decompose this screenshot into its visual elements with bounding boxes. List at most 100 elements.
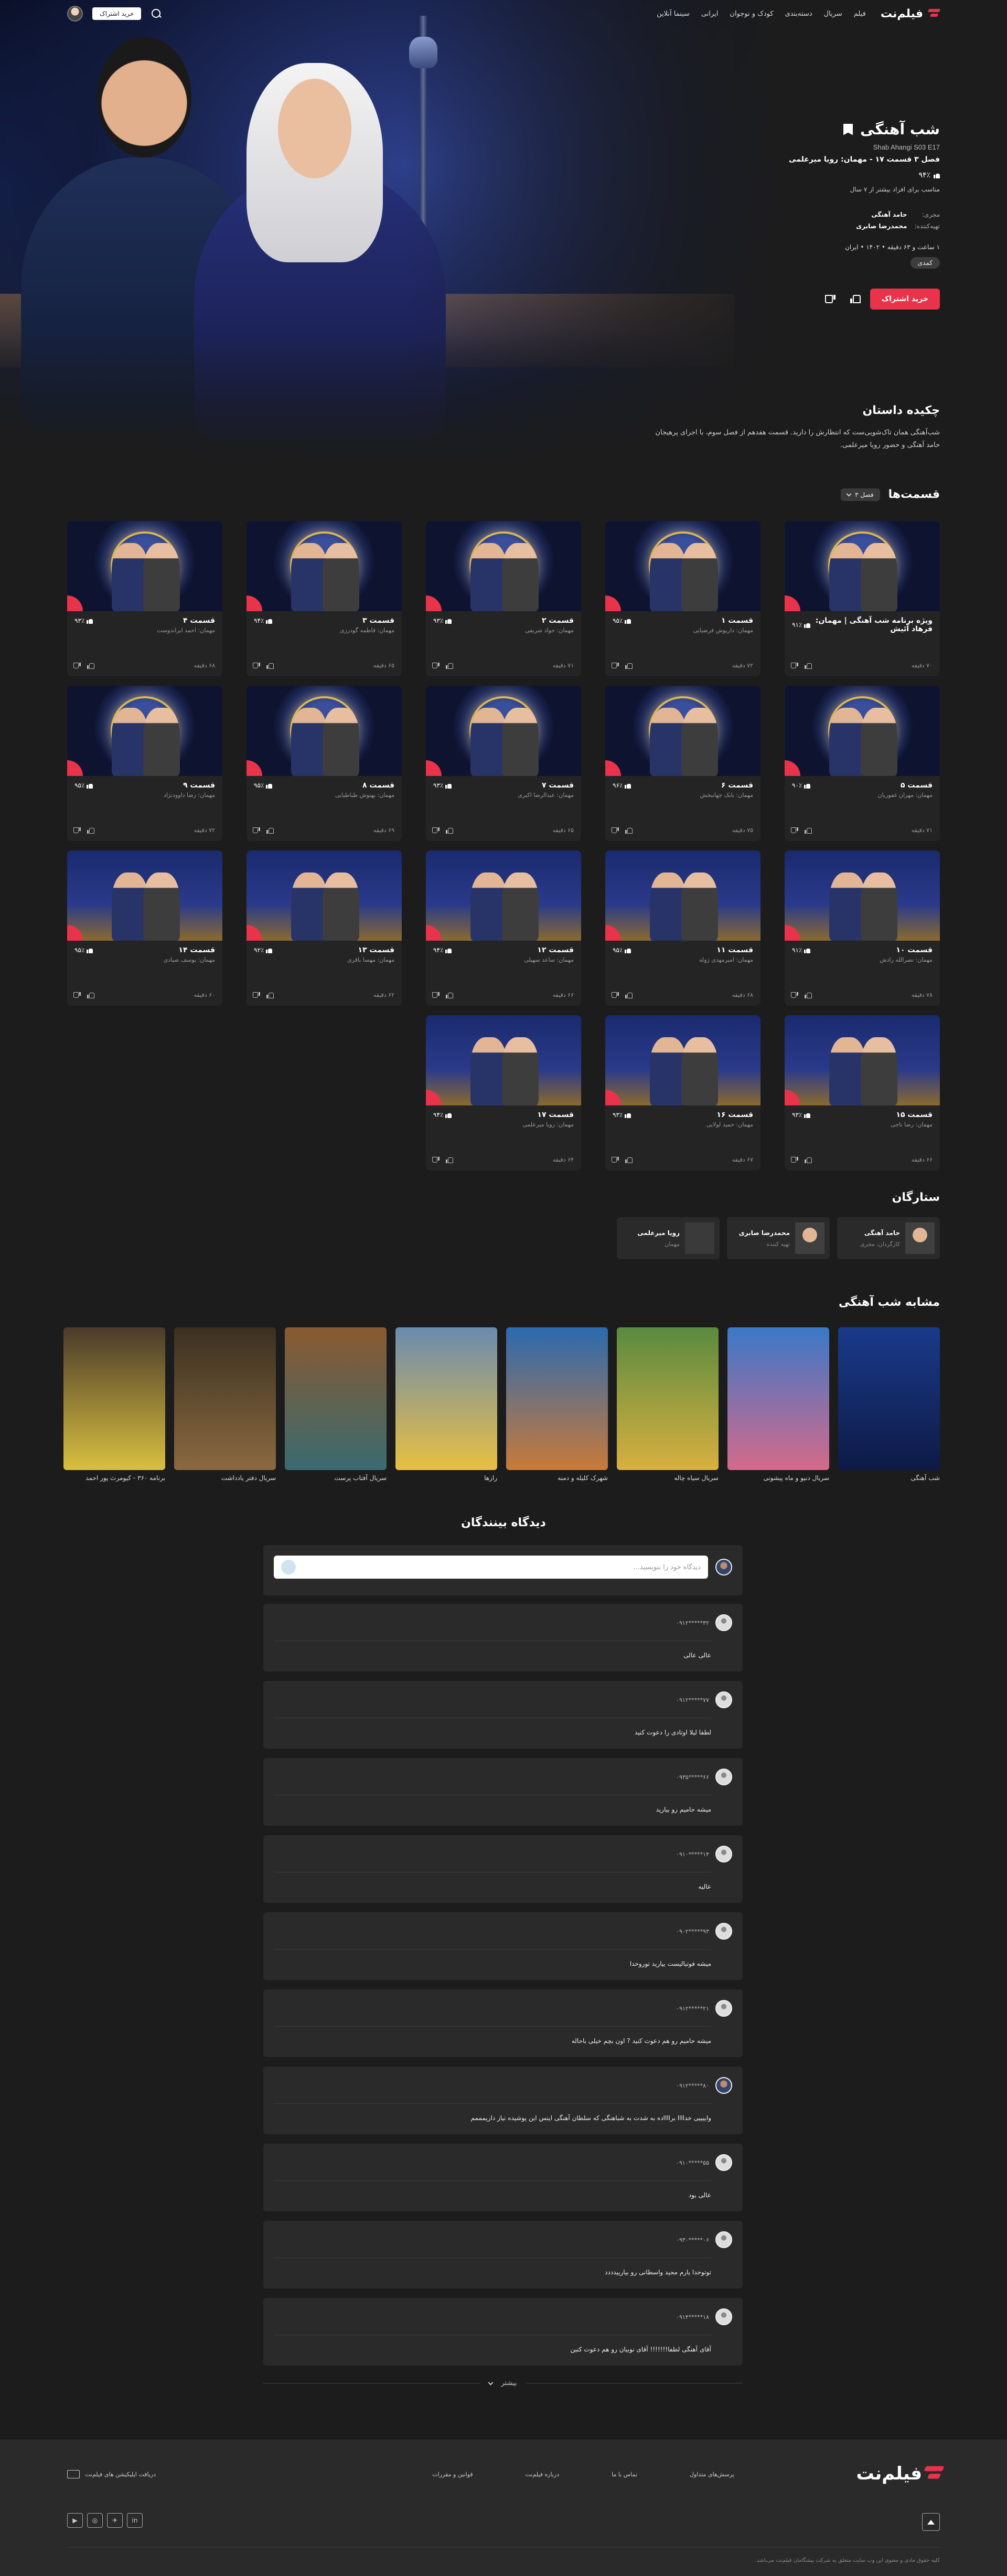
thumbs-up-icon[interactable] bbox=[446, 663, 453, 669]
footer-link-about[interactable]: درباره فیلم‌نت bbox=[526, 2471, 560, 2478]
subscribe-button[interactable]: خرید اشتراک bbox=[870, 289, 940, 310]
thumbs-up-icon[interactable] bbox=[805, 1157, 812, 1163]
season-select[interactable]: فصل ۳ bbox=[841, 488, 880, 501]
thumbs-up-icon[interactable] bbox=[805, 992, 812, 998]
nav-series[interactable]: سریال bbox=[824, 10, 842, 18]
similar-poster[interactable]: سریال دفتر یادداشت bbox=[174, 1327, 276, 1482]
thumbs-down-icon[interactable] bbox=[792, 992, 798, 998]
thumbs-up-icon[interactable] bbox=[266, 992, 274, 998]
episode-thumbnail[interactable] bbox=[605, 521, 760, 611]
episode-thumbnail[interactable] bbox=[426, 850, 581, 941]
header-subscribe-button[interactable]: خرید اشتراک bbox=[92, 7, 142, 20]
search-icon[interactable] bbox=[151, 8, 162, 19]
poster-image[interactable] bbox=[395, 1327, 497, 1470]
episode-thumbnail[interactable] bbox=[67, 521, 222, 611]
episode-thumbnail[interactable] bbox=[426, 1015, 581, 1105]
star-card[interactable]: محمدرضا صابری تهیه کننده bbox=[727, 1217, 830, 1259]
episode-card[interactable]: قسمت ۶ ۹۶٪ مهمان: بابک جهانبخش ۷۵ دقیقه bbox=[605, 686, 760, 841]
episode-thumbnail[interactable] bbox=[247, 850, 402, 941]
episode-thumbnail[interactable] bbox=[785, 1015, 940, 1105]
episode-thumbnail[interactable] bbox=[605, 1015, 760, 1105]
episode-thumbnail[interactable] bbox=[67, 686, 222, 776]
thumbs-up-icon[interactable] bbox=[625, 827, 633, 834]
user-avatar[interactable] bbox=[67, 6, 83, 22]
episode-card[interactable]: ویژه برنامه شب آهنگی | مهمان: فرهاد آئیش… bbox=[785, 521, 940, 676]
thumbs-down-icon[interactable] bbox=[74, 992, 81, 998]
episode-card[interactable]: قسمت ۱۶ ۹۳٪ مهمان: حمید لولایی ۶۷ دقیقه bbox=[605, 1015, 760, 1170]
thumbs-down-icon[interactable] bbox=[254, 992, 260, 998]
similar-poster[interactable]: سریال دنیو و ماه پیشونی bbox=[727, 1327, 829, 1482]
thumbs-up-icon[interactable] bbox=[87, 992, 94, 998]
thumbs-up-icon[interactable] bbox=[266, 827, 274, 834]
comment-input[interactable]: دیدگاه خود را بنویسید... bbox=[274, 1556, 708, 1579]
thumbs-up-icon[interactable] bbox=[446, 827, 453, 834]
thumbs-down-icon[interactable] bbox=[433, 992, 440, 998]
episode-card[interactable]: قسمت ۱۰ ۹۱٪ مهمان: نصرالله رادش ۷۸ دقیقه bbox=[785, 850, 940, 1006]
nav-categories[interactable]: دسته‌بندی bbox=[785, 10, 812, 18]
nav-iranian[interactable]: ایرانی bbox=[701, 10, 718, 18]
thumbs-up-icon[interactable] bbox=[446, 1157, 453, 1163]
linkedin-icon[interactable]: in bbox=[127, 2513, 143, 2528]
thumbs-up-icon[interactable] bbox=[266, 663, 274, 669]
poster-image[interactable] bbox=[617, 1327, 719, 1470]
thumbs-up-icon[interactable] bbox=[625, 992, 633, 998]
episode-card[interactable]: قسمت ۱۴ ۹۵٪ مهمان: یوسف صیادی ۶۰ دقیقه bbox=[67, 850, 222, 1006]
footer-link-contact[interactable]: تماس با ما bbox=[612, 2471, 637, 2478]
thumbs-down-icon[interactable] bbox=[613, 992, 619, 998]
thumbs-down-icon[interactable] bbox=[792, 1157, 798, 1163]
similar-poster[interactable]: رازها bbox=[395, 1327, 497, 1482]
telegram-icon[interactable]: ✈ bbox=[107, 2513, 123, 2528]
thumbs-down-icon[interactable] bbox=[74, 663, 81, 669]
footer-link-terms[interactable]: قوانین و مقررات bbox=[432, 2471, 473, 2478]
thumbs-up-icon[interactable] bbox=[805, 663, 812, 669]
episode-thumbnail[interactable] bbox=[247, 686, 402, 776]
episode-card[interactable]: قسمت ۳ ۹۴٪ مهمان: فاطمه گودرزی ۶۵ دقیقه bbox=[247, 521, 402, 676]
thumbs-up-icon[interactable] bbox=[625, 1157, 633, 1163]
similar-poster[interactable]: سریال سیاه چاله bbox=[617, 1327, 719, 1482]
similar-poster[interactable]: شهرک کلیله و دمنه bbox=[506, 1327, 608, 1482]
poster-image[interactable] bbox=[174, 1327, 276, 1470]
thumbs-down-icon[interactable] bbox=[433, 827, 440, 834]
episode-card[interactable]: قسمت ۹ ۹۵٪ مهمان: رضا داوودنژاد ۷۲ دقیقه bbox=[67, 686, 222, 841]
similar-poster[interactable]: برنامه ۳۶۰ - کیومرث پور احمد bbox=[63, 1327, 165, 1482]
send-icon[interactable] bbox=[281, 1560, 296, 1574]
dislike-button[interactable] bbox=[824, 292, 839, 306]
thumbs-down-icon[interactable] bbox=[613, 663, 619, 669]
similar-poster[interactable]: شب آهنگی bbox=[838, 1327, 940, 1482]
episode-card[interactable]: قسمت ۱۳ ۹۲٪ مهمان: مهسا باقری ۶۲ دقیقه bbox=[247, 850, 402, 1006]
bookmark-icon[interactable] bbox=[843, 123, 853, 135]
crew-name[interactable]: حامد آهنگی bbox=[824, 211, 907, 218]
poster-image[interactable] bbox=[506, 1327, 608, 1470]
thumbs-down-icon[interactable] bbox=[613, 827, 619, 834]
poster-image[interactable] bbox=[285, 1327, 387, 1470]
thumbs-up-icon[interactable] bbox=[87, 663, 94, 669]
episode-thumbnail[interactable] bbox=[605, 850, 760, 941]
poster-image[interactable] bbox=[838, 1327, 940, 1470]
scroll-top-button[interactable] bbox=[922, 2513, 940, 2531]
episode-thumbnail[interactable] bbox=[785, 850, 940, 941]
thumbs-down-icon[interactable] bbox=[254, 827, 260, 834]
thumbs-down-icon[interactable] bbox=[792, 663, 798, 669]
thumbs-up-icon[interactable] bbox=[87, 827, 94, 834]
episode-thumbnail[interactable] bbox=[785, 521, 940, 611]
episode-card[interactable]: قسمت ۱۲ ۹۴٪ مهمان: ساعد سهیلی ۶۶ دقیقه bbox=[426, 850, 581, 1006]
poster-image[interactable] bbox=[63, 1327, 165, 1470]
episode-card[interactable]: قسمت ۱۷ ۹۴٪ مهمان: رویا میرعلمی ۶۴ دقیقه bbox=[426, 1015, 581, 1170]
nav-kids[interactable]: کودک و نوجوان bbox=[730, 10, 773, 18]
thumbs-down-icon[interactable] bbox=[433, 663, 440, 669]
thumbs-up-icon[interactable] bbox=[805, 827, 812, 834]
thumbs-up-icon[interactable] bbox=[446, 992, 453, 998]
instagram-icon[interactable]: ◎ bbox=[87, 2513, 103, 2528]
thumbs-down-icon[interactable] bbox=[433, 1157, 440, 1163]
episode-card[interactable]: قسمت ۷ ۹۳٪ مهمان: عبدالرضا اکبری ۶۵ دقیقه bbox=[426, 686, 581, 841]
thumbs-down-icon[interactable] bbox=[254, 663, 260, 669]
nav-online-cinema[interactable]: سینما آنلاین bbox=[657, 10, 690, 18]
footer-logo[interactable]: فیلم‌نت bbox=[856, 2463, 940, 2484]
site-logo[interactable]: فیلم‌نت bbox=[881, 7, 940, 20]
footer-link-faq[interactable]: پرسش‌های متداول bbox=[690, 2471, 734, 2478]
similar-poster[interactable]: سریال آفتاب پرست bbox=[285, 1327, 387, 1482]
episode-thumbnail[interactable] bbox=[605, 686, 760, 776]
star-card[interactable]: حامد آهنگی کارگردان، مجری bbox=[837, 1217, 940, 1259]
thumbs-down-icon[interactable] bbox=[74, 827, 81, 834]
episode-card[interactable]: قسمت ۱۵ ۹۳٪ مهمان: رضا ناجی ۶۶ دقیقه bbox=[785, 1015, 940, 1170]
